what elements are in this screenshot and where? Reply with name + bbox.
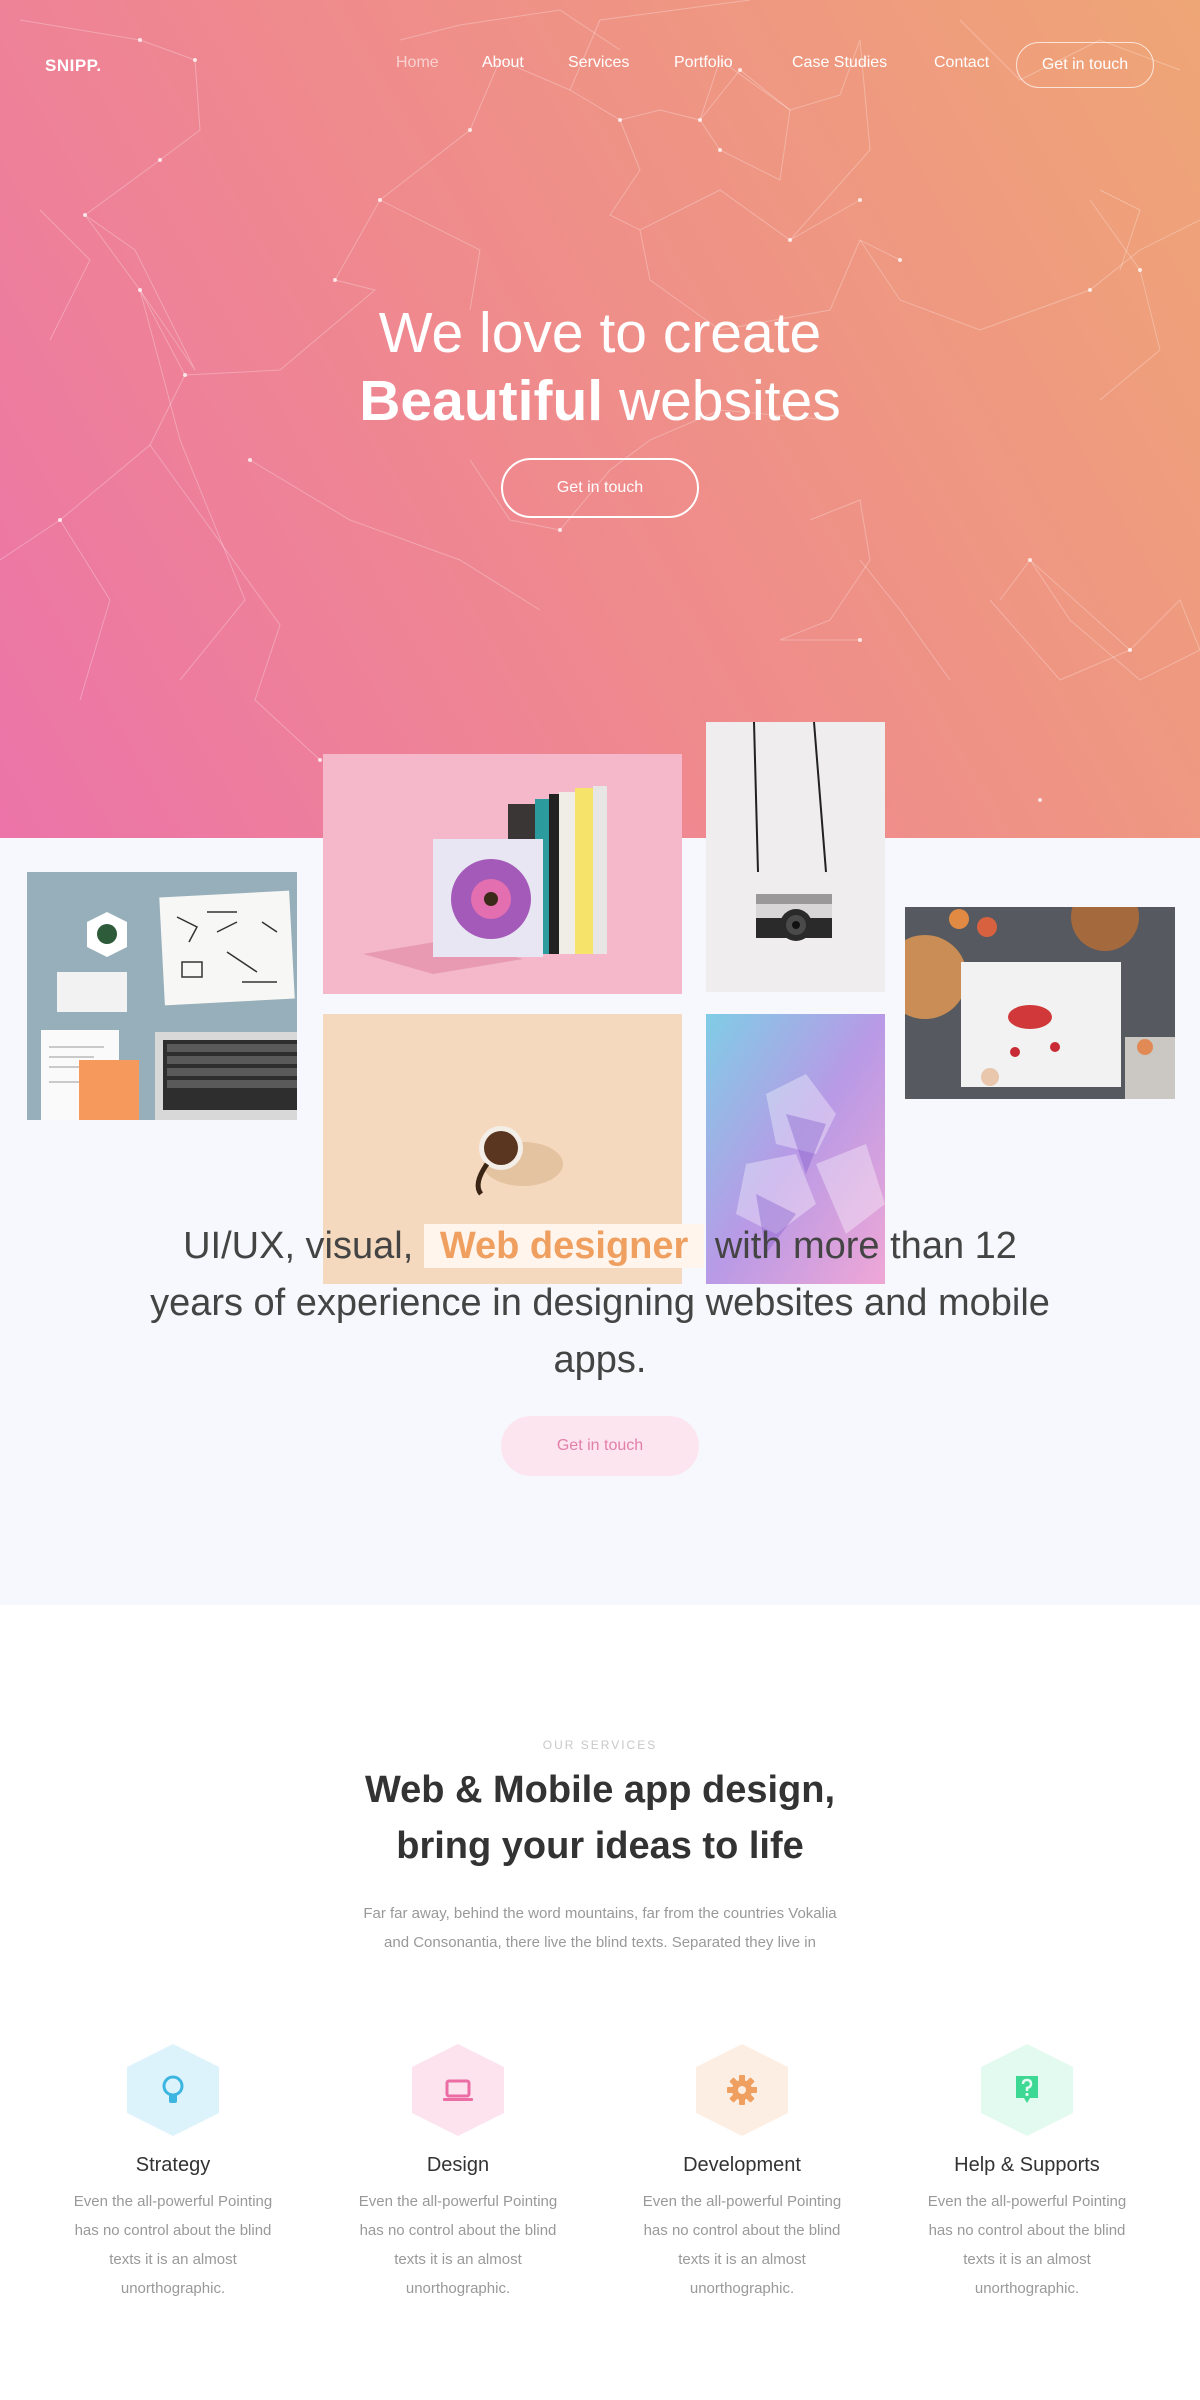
about-text-before: UI/UX, visual, — [183, 1225, 424, 1267]
service-card-help-supports: Help & Supports Even the all-powerful Po… — [902, 2044, 1152, 2303]
service-title: Strategy — [135, 2154, 211, 2176]
nav-item-case-studies[interactable]: Case Studies — [792, 54, 887, 72]
service-text: Even the all-powerful Pointing has no co… — [73, 2193, 273, 2297]
nav-get-in-touch-button[interactable]: Get in touch — [1016, 42, 1154, 88]
gallery-image-camera[interactable] — [706, 722, 885, 992]
help-chat-icon — [981, 2044, 1073, 2136]
service-title: Design — [426, 2154, 490, 2176]
services-title: Web & Mobile app design, bring your ideas… — [0, 1762, 1200, 1874]
about-intro-text: UI/UX, visual, Web designer with more th… — [150, 1218, 1050, 1389]
hero-headline-bold: Beautiful — [359, 369, 604, 433]
service-text: Even the all-powerful Pointing has no co… — [358, 2193, 558, 2297]
service-card-strategy: Strategy Even the all-powerful Pointing … — [48, 2044, 298, 2303]
about-highlight-badge: Web designer — [423, 1224, 705, 1268]
hero-section: SNIPP. Home About Services Portfolio Cas… — [0, 0, 1200, 838]
service-text: Even the all-powerful Pointing has no co… — [642, 2193, 842, 2297]
lightbulb-icon — [127, 2044, 219, 2136]
hero-get-in-touch-button[interactable]: Get in touch — [501, 458, 699, 518]
service-title: Development — [683, 2154, 801, 2176]
services-title-line2: bring your ideas to life — [396, 1825, 804, 1867]
gallery-image-desk-workspace[interactable] — [27, 872, 297, 1120]
nav-item-services[interactable]: Services — [568, 54, 629, 72]
service-title: Help & Supports — [954, 2154, 1100, 2176]
nav-item-portfolio[interactable]: Portfolio — [674, 54, 733, 72]
services-title-line1: Web & Mobile app design, — [364, 1769, 836, 1811]
services-desc-line2: and Consonantia, there live the blind te… — [384, 1934, 816, 1951]
gallery-image-books[interactable] — [323, 754, 682, 994]
gallery-image-food-table[interactable] — [905, 907, 1175, 1099]
service-card-development: Development Even the all-powerful Pointi… — [617, 2044, 867, 2303]
hero-headline-rest: websites — [603, 369, 841, 433]
hero-headline-line2: Beautiful websites — [0, 368, 1200, 434]
laptop-icon — [412, 2044, 504, 2136]
gear-icon — [696, 2044, 788, 2136]
services-description: Far far away, behind the word mountains,… — [320, 1899, 880, 1957]
top-navigation: SNIPP. Home About Services Portfolio Cas… — [0, 0, 1200, 130]
about-get-in-touch-button[interactable]: Get in touch — [501, 1416, 699, 1476]
nav-item-about[interactable]: About — [482, 54, 524, 72]
nav-item-home[interactable]: Home — [396, 54, 439, 72]
service-text: Even the all-powerful Pointing has no co… — [927, 2193, 1127, 2297]
services-eyebrow: OUR SERVICES — [542, 1738, 658, 1752]
service-card-design: Design Even the all-powerful Pointing ha… — [333, 2044, 583, 2303]
services-desc-line1: Far far away, behind the word mountains,… — [363, 1905, 837, 1922]
hero-headline-line1: We love to create — [378, 301, 822, 365]
nav-item-contact[interactable]: Contact — [934, 54, 989, 72]
